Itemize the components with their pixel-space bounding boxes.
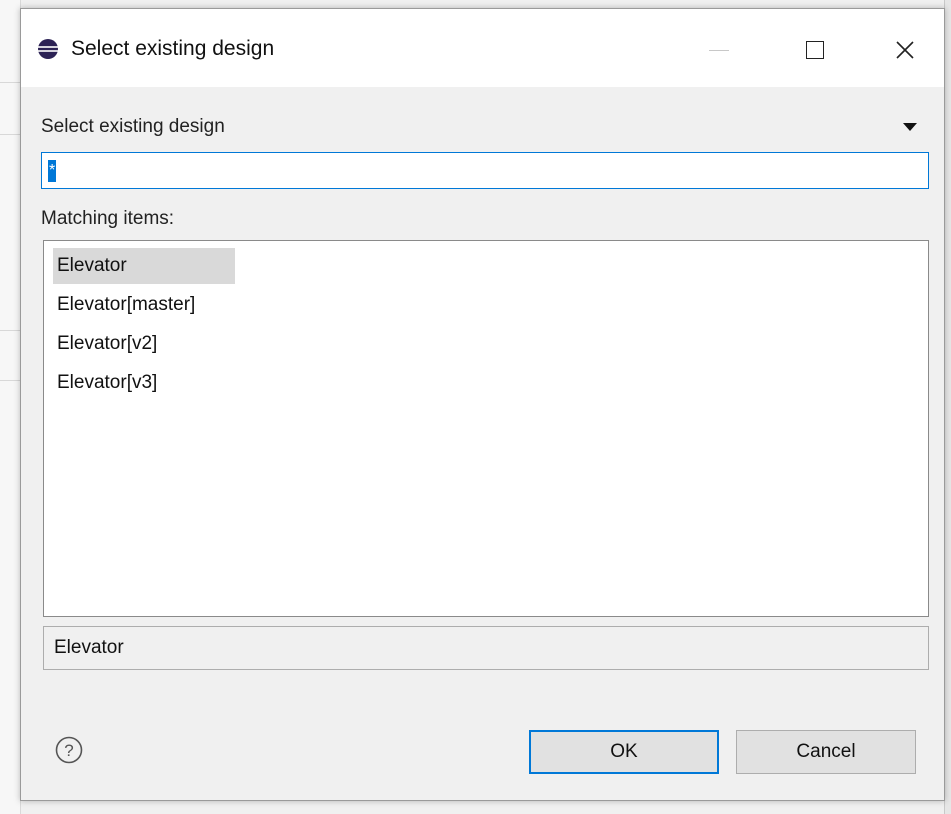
section-label: Select existing design [41,116,225,137]
list-item[interactable]: Elevator[v3] [53,365,161,401]
list-item[interactable]: Elevator[master] [53,287,199,323]
background-divider [0,82,20,83]
filter-input-value: * [48,159,57,182]
minimize-icon [709,49,729,51]
dropdown-arrow-icon[interactable] [903,123,917,131]
background-divider [0,134,20,135]
list-item[interactable]: Elevator [53,248,235,284]
dialog-title: Select existing design [71,37,275,60]
minimize-button[interactable] [696,27,742,73]
background-divider [0,380,20,381]
list-item[interactable]: Elevator[v2] [53,326,161,362]
background-window-edge [944,0,951,814]
maximize-button[interactable] [792,27,838,73]
cancel-button[interactable]: Cancel [736,730,916,774]
select-design-dialog: Select existing design Select existing d… [20,8,945,801]
close-icon [896,41,914,59]
ok-button[interactable]: OK [529,730,719,774]
help-icon[interactable]: ? [55,736,83,764]
eclipse-icon [38,39,58,59]
background-window [0,0,21,814]
title-bar: Select existing design [21,9,944,87]
close-button[interactable] [882,27,928,73]
matching-items-list[interactable]: Elevator Elevator[master] Elevator[v2] E… [43,240,929,617]
maximize-icon [806,41,824,59]
selection-status-field: Elevator [43,626,929,670]
background-divider [0,330,20,331]
filter-input[interactable]: * [41,152,929,189]
svg-text:?: ? [64,741,73,760]
matching-items-label: Matching items: [41,208,175,229]
